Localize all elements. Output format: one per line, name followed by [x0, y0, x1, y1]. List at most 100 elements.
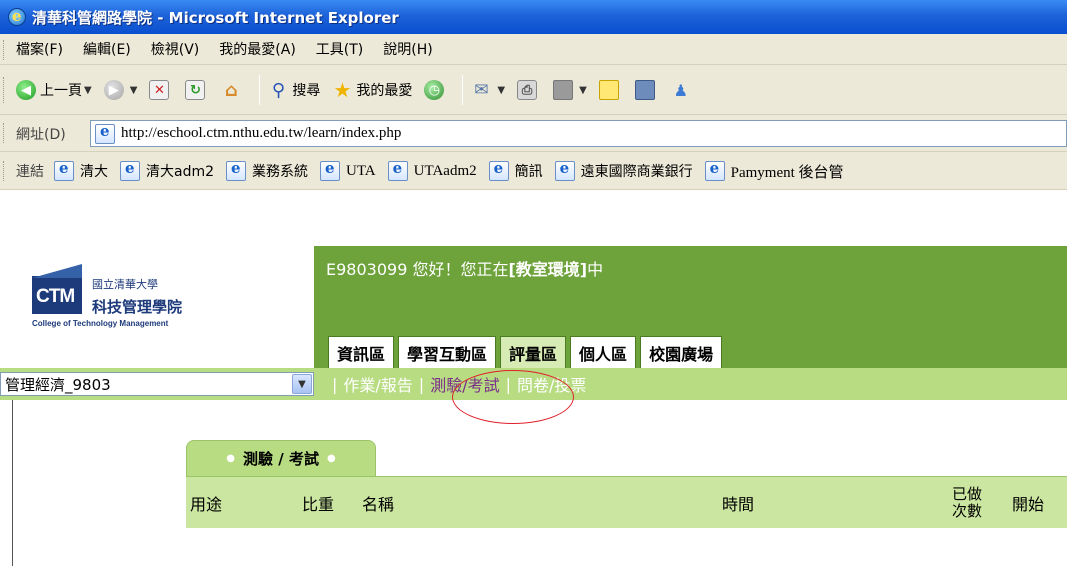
page-icon — [704, 159, 725, 181]
logo-mark-text: CTM — [36, 286, 75, 307]
course-select-value: 管理經濟_9803 — [5, 375, 111, 394]
back-button[interactable]: ◀ 上一頁 ▼ — [16, 80, 92, 100]
edit-icon — [553, 80, 574, 100]
page-icon — [320, 159, 341, 181]
star-icon: ★ — [333, 78, 352, 102]
link-far-eastern-bank[interactable]: 遠東國際商業銀行 — [554, 159, 693, 181]
edit-button[interactable]: ▼ — [553, 80, 587, 100]
history-icon: ◷ — [424, 80, 445, 100]
mail-icon: ✉ — [474, 80, 489, 100]
link-sms[interactable]: 簡訊 — [488, 159, 543, 181]
tab-assessment[interactable]: 評量區 — [500, 336, 567, 368]
print-button[interactable]: ⎙ — [517, 80, 541, 100]
bullet-icon: ● — [326, 453, 336, 464]
menu-tools[interactable]: 工具(T) — [316, 39, 363, 59]
course-select[interactable]: 管理經濟_9803 ▼ — [0, 372, 314, 396]
sub-nav-homework[interactable]: 作業/報告 — [343, 372, 412, 396]
link-label: 清大adm2 — [146, 164, 215, 180]
toolbar-separator — [259, 75, 261, 105]
divider: | — [418, 374, 425, 394]
menu-file[interactable]: 檔案(F) — [16, 39, 63, 59]
stop-icon: ✕ — [149, 80, 170, 100]
home-button[interactable]: ⌂ — [221, 79, 245, 101]
link-business-system[interactable]: 業務系統 — [226, 159, 308, 181]
column-header-attempts[interactable]: 已做 次數 — [952, 477, 982, 529]
links-bar-grip[interactable] — [3, 161, 6, 181]
printer-icon: ⎙ — [517, 80, 538, 100]
link-uta[interactable]: UTA — [320, 159, 376, 181]
link-nthu-adm2[interactable]: 清大adm2 — [120, 159, 215, 181]
tab-info[interactable]: 資訊區 — [328, 336, 395, 368]
link-uta-adm2[interactable]: UTAadm2 — [387, 159, 477, 181]
welcome-suffix: 中 — [587, 260, 604, 279]
link-label: UTA — [346, 162, 376, 179]
stop-button[interactable]: ✕ — [149, 80, 173, 100]
edit-dropdown-icon[interactable]: ▼ — [579, 85, 587, 96]
ctm-logo-mark: CTM — [32, 276, 82, 314]
menu-bar-grip[interactable] — [3, 40, 6, 60]
note-icon — [598, 80, 619, 100]
tab-campus[interactable]: 校園廣場 — [640, 336, 723, 368]
address-input[interactable]: http://eschool.ctm.nthu.edu.tw/learn/ind… — [90, 120, 1067, 147]
refresh-icon: ↻ — [185, 80, 206, 100]
header-banner: E9803099 您好！您正在[教室環境]中 資訊區 學習互動區 評量區 個人區… — [314, 246, 1067, 368]
address-bar: 網址(D) http://eschool.ctm.nthu.edu.tw/lea… — [0, 115, 1067, 152]
search-icon: ⚲ — [271, 79, 285, 101]
link-payment-backend[interactable]: Pamyment 後台管 — [704, 159, 844, 182]
divider: | — [332, 374, 338, 394]
toolbar-separator — [462, 75, 464, 105]
address-label: 網址(D) — [16, 127, 66, 143]
window-title-bar: 清華科管網路學院 - Microsoft Internet Explorer — [0, 0, 1067, 34]
exam-panel-title: 測驗 / 考試 — [243, 450, 319, 468]
history-button[interactable]: ◷ — [424, 80, 448, 100]
mail-button[interactable]: ✉ ▼ — [471, 80, 505, 100]
content-divider — [12, 400, 13, 566]
favorites-button-label: 我的最愛 — [356, 83, 413, 99]
column-header-attempts-line2: 次數 — [952, 502, 983, 520]
standard-toolbar: ◀ 上一頁 ▼ ▶ ▼ ✕ ↻ ⌂ ⚲ 搜尋 ★ 我的最愛 ◷ ✉ ▼ ⎙ ▼ … — [0, 65, 1067, 115]
chevron-down-icon[interactable]: ▼ — [292, 374, 312, 394]
discuss-button[interactable] — [598, 80, 623, 100]
forward-dropdown-icon[interactable]: ▼ — [130, 85, 138, 96]
bullet-icon: ● — [226, 453, 236, 464]
mail-dropdown-icon[interactable]: ▼ — [497, 85, 505, 96]
links-label: 連結 — [16, 164, 44, 180]
toolbar-grip[interactable] — [3, 77, 6, 103]
link-nthu[interactable]: 清大 — [54, 159, 108, 181]
research-button[interactable] — [634, 80, 659, 100]
welcome-prefix: E9803099 您好！您正在 — [326, 260, 509, 279]
refresh-button[interactable]: ↻ — [185, 80, 209, 100]
window-title: 清華科管網路學院 - Microsoft Internet Explorer — [32, 8, 399, 27]
link-label: 遠東國際商業銀行 — [580, 164, 693, 180]
links-bar: 連結 清大 清大adm2 業務系統 UTA UTAadm2 簡訊 遠東國際商業銀… — [0, 152, 1067, 190]
address-bar-grip[interactable] — [3, 123, 6, 143]
tab-personal[interactable]: 個人區 — [570, 336, 637, 368]
menu-edit[interactable]: 編輯(E) — [83, 39, 131, 59]
menu-view[interactable]: 檢視(V) — [151, 39, 200, 59]
menu-bar: 檔案(F) 編輯(E) 檢視(V) 我的最愛(A) 工具(T) 說明(H) — [0, 34, 1067, 65]
forward-button[interactable]: ▶ ▼ — [103, 80, 138, 100]
search-button[interactable]: ⚲ 搜尋 — [268, 79, 321, 101]
column-header-time[interactable]: 時間 — [722, 477, 754, 529]
column-header-start[interactable]: 開始 — [1012, 477, 1044, 529]
menu-help[interactable]: 說明(H) — [383, 39, 432, 59]
page-icon — [95, 122, 115, 144]
page-icon — [54, 159, 74, 181]
link-label: Pamyment 後台管 — [730, 164, 844, 181]
home-icon: ⌂ — [224, 79, 238, 101]
address-url[interactable]: http://eschool.ctm.nthu.edu.tw/learn/ind… — [121, 125, 401, 142]
exam-panel-tab[interactable]: ● 測驗 / 考試 ● — [186, 440, 376, 476]
favorites-button[interactable]: ★ 我的最愛 — [332, 78, 413, 102]
tab-interaction[interactable]: 學習互動區 — [398, 336, 497, 368]
column-header-name[interactable]: 名稱 — [362, 477, 394, 529]
link-label: 簡訊 — [514, 164, 543, 180]
internet-explorer-icon — [8, 7, 26, 26]
logo-area: CTM 國立清華大學 科技管理學院 College of Technology … — [0, 246, 314, 368]
back-dropdown-icon[interactable]: ▼ — [84, 85, 92, 96]
column-header-weight[interactable]: 比重 — [302, 477, 334, 529]
menu-favorites[interactable]: 我的最愛(A) — [219, 39, 296, 59]
messenger-button[interactable]: ♟ — [671, 80, 695, 100]
back-arrow-icon: ◀ — [16, 80, 36, 100]
welcome-message: E9803099 您好！您正在[教室環境]中 — [326, 256, 603, 280]
column-header-purpose[interactable]: 用途 — [190, 477, 222, 529]
